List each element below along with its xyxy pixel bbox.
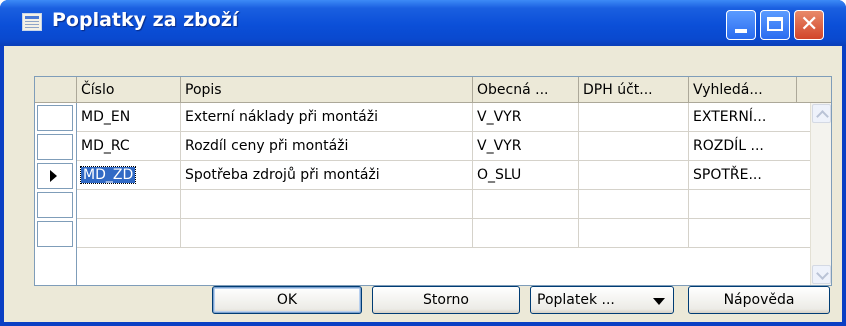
dropdown-arrow-icon (653, 298, 665, 305)
minimize-icon (735, 29, 747, 33)
scroll-up-button[interactable] (812, 104, 831, 123)
cell-dph[interactable] (579, 190, 689, 219)
row-selector[interactable] (37, 192, 73, 218)
cell-vyhledavani[interactable] (689, 219, 811, 248)
row-selector[interactable] (37, 163, 73, 189)
cell-obecna[interactable] (473, 190, 579, 219)
cell-vyhledavani[interactable]: ROZDÍL ... (689, 132, 811, 161)
cell-popis[interactable] (181, 219, 473, 248)
cell-cislo[interactable] (77, 190, 181, 219)
minimize-button[interactable] (726, 10, 756, 40)
vertical-scrollbar[interactable] (810, 103, 831, 285)
row-selector[interactable] (37, 105, 73, 131)
cell-obecna[interactable]: O_SLU (473, 161, 579, 190)
scroll-down-button[interactable] (812, 265, 831, 284)
row-pointer-icon (50, 170, 57, 182)
column-header-obecna[interactable]: Obecná ... (473, 77, 579, 103)
cell-dph[interactable] (579, 132, 689, 161)
close-button[interactable]: ✕ (794, 10, 824, 40)
maximize-icon (767, 17, 783, 31)
scroll-down-icon (816, 267, 829, 280)
cell-cislo-current[interactable]: MD_ZD (77, 161, 181, 190)
napoveda-button[interactable]: Nápověda (688, 286, 830, 314)
cell-popis[interactable]: Externí náklady při montáži (181, 103, 473, 132)
ok-button[interactable]: OK (212, 286, 362, 314)
storno-button[interactable]: Storno (372, 286, 520, 314)
cell-popis[interactable] (181, 190, 473, 219)
cell-vyhledavani[interactable] (689, 190, 811, 219)
close-icon: ✕ (800, 12, 819, 37)
column-header-dph[interactable]: DPH účt... (579, 77, 689, 103)
cell-dph[interactable] (579, 161, 689, 190)
row-selector[interactable] (37, 221, 73, 247)
cell-popis[interactable]: Rozdíl ceny při montáži (181, 132, 473, 161)
header-filler (797, 77, 831, 103)
row-selector-column (35, 103, 77, 285)
poplatek-label: Poplatek ... (537, 292, 615, 308)
column-header-vyhledavani[interactable]: Vyhledá... (689, 77, 797, 103)
column-header-cislo[interactable]: Číslo (77, 77, 181, 103)
row-selector[interactable] (37, 134, 73, 160)
poplatek-menu-button[interactable]: Poplatek ... (530, 286, 674, 314)
column-header-popis[interactable]: Popis (181, 77, 473, 103)
selected-cell-text: MD_ZD (79, 166, 137, 184)
dialog-client-area: Číslo Popis Obecná ... DPH účt... Vyhled… (4, 46, 842, 322)
cell-cislo[interactable]: MD_RC (77, 132, 181, 161)
cell-vyhledavani[interactable]: SPOTŘE... (689, 161, 811, 190)
charges-table: Číslo Popis Obecná ... DPH účt... Vyhled… (34, 76, 832, 286)
cell-vyhledavani[interactable]: EXTERNÍ... (689, 103, 811, 132)
cell-popis[interactable]: Spotřeba zdrojů při montáži (181, 161, 473, 190)
maximize-button[interactable] (760, 10, 790, 40)
cell-dph[interactable] (579, 219, 689, 248)
cell-obecna[interactable]: V_VYR (473, 103, 579, 132)
dialog-window: Poplatky za zboží ✕ Číslo Popis Obecná .… (0, 0, 846, 326)
cell-dph[interactable] (579, 103, 689, 132)
title-bar[interactable]: Poplatky za zboží ✕ (0, 0, 846, 46)
cell-cislo[interactable] (77, 219, 181, 248)
window-title: Poplatky za zboží (52, 9, 239, 31)
cell-obecna[interactable]: V_VYR (473, 132, 579, 161)
cell-cislo[interactable]: MD_EN (77, 103, 181, 132)
header-corner[interactable] (35, 77, 77, 103)
window-app-icon (22, 13, 42, 31)
cell-obecna[interactable] (473, 219, 579, 248)
scroll-up-icon (816, 110, 829, 123)
